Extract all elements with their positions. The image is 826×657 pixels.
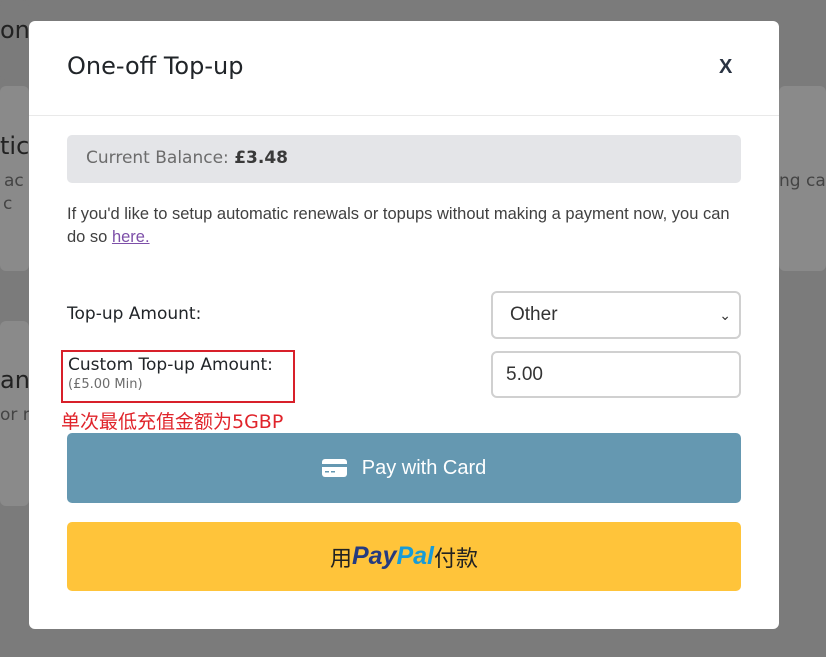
- info-message: If you'd like to setup automatic renewal…: [67, 205, 730, 246]
- topup-modal: One-off Top-up X Current Balance: £3.48 …: [29, 21, 779, 629]
- custom-amount-label: Custom Top-up Amount:: [68, 355, 273, 375]
- paypal-logo-pay: Pay: [351, 542, 397, 570]
- custom-amount-highlight: Custom Top-up Amount: (£5.00 Min): [61, 350, 295, 403]
- chevron-down-icon: ⌄: [719, 307, 731, 323]
- credit-card-icon: [321, 459, 347, 477]
- topup-amount-select[interactable]: Other ⌄: [491, 291, 741, 339]
- paypal-prefix: 用: [329, 546, 352, 572]
- topup-amount-label: Top-up Amount:: [67, 304, 202, 324]
- modal-header: One-off Top-up X: [29, 21, 779, 116]
- background-text-2: tic: [0, 132, 30, 160]
- info-text: If you'd like to setup automatic renewal…: [67, 203, 741, 249]
- background-text-3: ac: [4, 171, 24, 191]
- current-balance: Current Balance: £3.48: [67, 135, 741, 183]
- minimum-amount-annotation: 单次最低充值金额为5GBP: [61, 411, 284, 433]
- setup-renewals-link[interactable]: here.: [112, 228, 150, 246]
- paypal-button[interactable]: 用 Pay Pal 付款: [67, 522, 741, 591]
- background-text-4: c: [3, 194, 13, 214]
- topup-amount-value: Other: [510, 304, 558, 325]
- custom-amount-input[interactable]: 5.00: [491, 351, 741, 398]
- close-button[interactable]: X: [719, 56, 732, 79]
- pay-with-card-button[interactable]: Pay with Card: [67, 433, 741, 503]
- custom-amount-minimum: (£5.00 Min): [68, 377, 143, 392]
- paypal-suffix: 付款: [434, 546, 479, 572]
- balance-label: Current Balance:: [86, 148, 229, 168]
- paypal-logo-pal: Pal: [396, 542, 434, 570]
- balance-value: £3.48: [234, 148, 288, 168]
- pay-with-card-label: Pay with Card: [361, 456, 487, 479]
- modal-title: One-off Top-up: [67, 52, 244, 80]
- background-text-5: ng ca: [779, 171, 826, 191]
- background-text-1: on: [0, 16, 30, 44]
